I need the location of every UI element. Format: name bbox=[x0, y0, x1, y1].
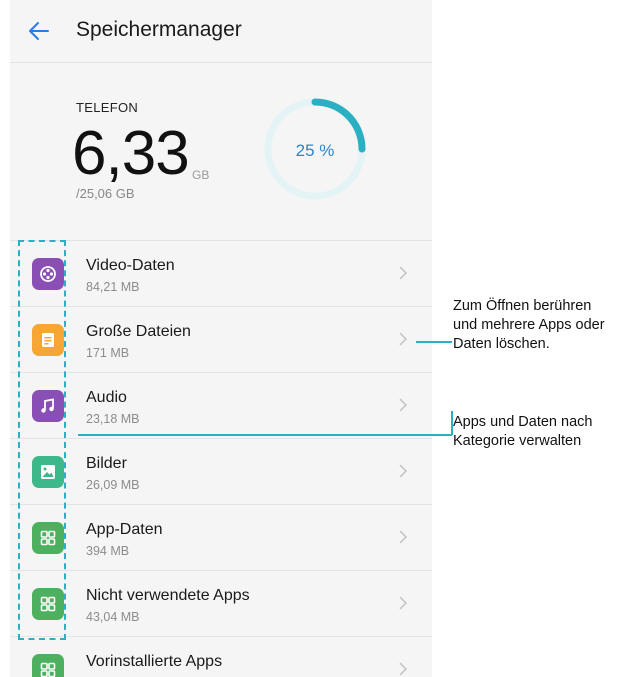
list-item-unused-apps[interactable]: Nicht verwendete Apps 43,04 MB bbox=[10, 570, 432, 637]
item-name: Audio bbox=[86, 389, 127, 406]
callout-line-category bbox=[78, 434, 452, 436]
storage-total: /25,06 GB bbox=[76, 186, 135, 201]
list-item-video-data[interactable]: Video-Daten 84,21 MB bbox=[10, 240, 432, 307]
item-name: App-Daten bbox=[86, 521, 163, 538]
chevron-right-icon bbox=[399, 266, 408, 280]
item-name: Video-Daten bbox=[86, 257, 175, 274]
phone-screen: Speichermanager TELEFON 6,33 GB /25,06 G… bbox=[10, 0, 432, 677]
item-name: Vorinstallierte Apps bbox=[86, 653, 223, 670]
chevron-right-icon bbox=[399, 530, 408, 544]
item-size: 43,04 MB bbox=[86, 610, 140, 624]
storage-unit: GB bbox=[192, 168, 210, 182]
chevron-right-icon bbox=[399, 464, 408, 478]
list-item-large-files[interactable]: Große Dateien 171 MB bbox=[10, 306, 432, 373]
storage-label: TELEFON bbox=[76, 100, 139, 115]
callout-tap-text: Zum Öffnen berühren und mehrere Apps ode… bbox=[453, 298, 605, 352]
item-size: 394 MB bbox=[86, 544, 130, 558]
item-size: 171 MB bbox=[86, 346, 130, 360]
item-name: Große Dateien bbox=[86, 323, 191, 340]
chevron-right-icon bbox=[399, 662, 408, 676]
item-name: Nicht verwendete Apps bbox=[86, 587, 250, 604]
app-header: Speichermanager bbox=[10, 0, 432, 63]
back-arrow-icon[interactable] bbox=[26, 18, 52, 44]
apps-grid-icon bbox=[32, 654, 64, 677]
item-size: 84,21 MB bbox=[86, 280, 140, 294]
chevron-right-icon bbox=[399, 332, 408, 346]
callout-line-tap bbox=[416, 341, 452, 343]
storage-used-value: 6,33 bbox=[72, 119, 190, 188]
list-item-app-data[interactable]: App-Daten 394 MB bbox=[10, 504, 432, 571]
item-name: Bilder bbox=[86, 455, 127, 472]
chevron-right-icon bbox=[399, 596, 408, 610]
list-item-preinstalled-apps[interactable]: Vorinstallierte Apps bbox=[10, 636, 432, 677]
chevron-right-icon bbox=[399, 398, 408, 412]
item-size: 26,09 MB bbox=[86, 478, 140, 492]
list-item-audio[interactable]: Audio 23,18 MB bbox=[10, 372, 432, 439]
page-title: Speichermanager bbox=[76, 18, 242, 41]
item-size: 23,18 MB bbox=[86, 412, 140, 426]
storage-usage-ring: 25 % bbox=[264, 98, 366, 200]
category-icons-highlight bbox=[18, 240, 66, 640]
storage-percent: 25 % bbox=[296, 141, 335, 160]
callout-category-text: Apps und Daten nach Kategorie verwalten bbox=[453, 414, 593, 449]
list-item-images[interactable]: Bilder 26,09 MB bbox=[10, 438, 432, 505]
